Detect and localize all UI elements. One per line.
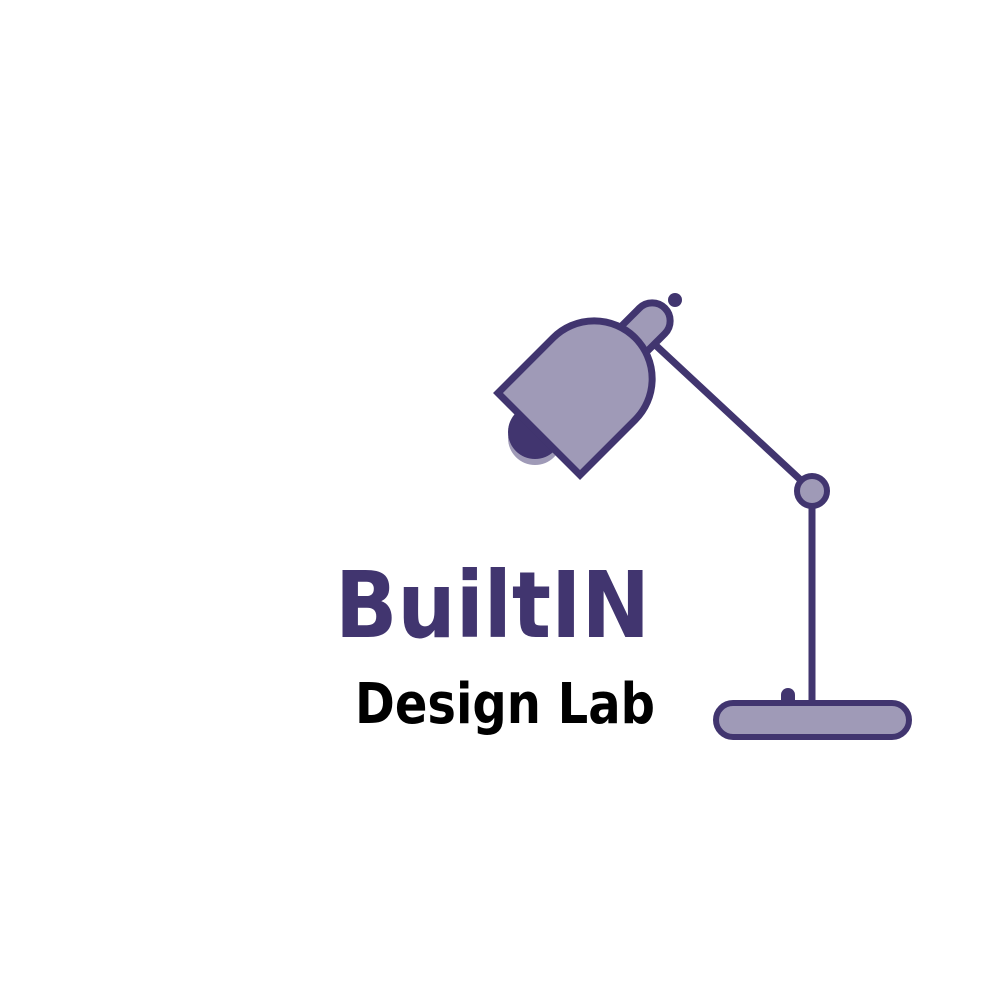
brand-name: BuiltIN	[335, 552, 650, 659]
logo: BuiltIN Design Lab	[335, 293, 912, 740]
desk-lamp-icon	[493, 293, 912, 740]
lamp-base	[713, 700, 912, 740]
lamp-cap-dot	[668, 293, 682, 307]
lamp-joint	[794, 473, 830, 509]
lamp-upper-arm	[646, 336, 809, 488]
tagline: Design Lab	[355, 672, 655, 737]
